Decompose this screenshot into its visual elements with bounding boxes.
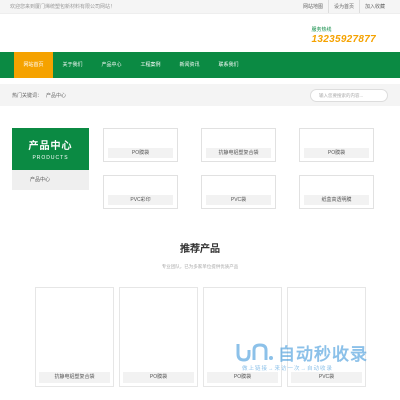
sidebar-item-products[interactable]: 产品中心 <box>12 170 89 190</box>
set-homepage-link[interactable]: 设为首页 <box>327 0 359 13</box>
product-label[interactable]: 纸盒高透明膜 <box>304 195 369 205</box>
product-label[interactable]: PO膜袋 <box>304 148 369 158</box>
sidebar: 产品中心 PRODUCTS 产品中心 <box>12 128 89 190</box>
product-label[interactable]: 抗静电铝塑复合袋 <box>206 148 271 158</box>
sidebar-subtitle: PRODUCTS <box>32 155 69 161</box>
product-card[interactable]: 纸盒高透明膜 <box>299 175 374 209</box>
nav-products[interactable]: 产品中心 <box>92 52 131 78</box>
sitemap-link[interactable]: 网站地图 <box>298 0 328 13</box>
product-label[interactable]: PVC彩印 <box>108 195 173 205</box>
recommend-label[interactable]: PO膜袋 <box>123 372 194 383</box>
breadcrumb: 热门关键词： 产品中心 <box>12 92 66 99</box>
watermark-logo-icon <box>236 343 273 362</box>
product-card[interactable]: PO膜袋 <box>103 128 178 162</box>
recommend-label[interactable]: 抗静电铝塑复合袋 <box>39 372 110 383</box>
product-card[interactable]: PO膜袋 <box>299 128 374 162</box>
product-card[interactable]: PVC彩印 <box>103 175 178 209</box>
watermark-sub-text: 做上链接→来访一次→自动收录 <box>242 366 334 372</box>
hotline: 服务热线 13235927877 <box>312 26 376 45</box>
hotline-number: 13235927877 <box>311 34 376 45</box>
sidebar-title: 产品中心 <box>28 141 73 152</box>
recommend-title: 推荐产品 <box>180 244 220 255</box>
product-label[interactable]: PVC袋 <box>206 195 271 205</box>
product-card[interactable]: 抗静电铝塑复合袋 <box>201 128 276 162</box>
recommend-subtitle: 专业团队，已为多家单位提供优质产品 <box>161 264 239 269</box>
product-card[interactable]: PVC袋 <box>201 175 276 209</box>
nav-about[interactable]: 关于我们 <box>53 52 92 78</box>
nav-home[interactable]: 网站首页 <box>14 52 53 78</box>
product-label[interactable]: PO膜袋 <box>108 148 173 158</box>
main-nav: 网站首页 关于我们 产品中心 工程案例 新闻资讯 联系我们 <box>0 52 400 78</box>
watermark-main-text: 自动秒收录 <box>278 345 368 364</box>
welcome-text: 欢迎您来到厦门烯统塑包新材料有限公司网站！ <box>10 4 116 10</box>
recommend-card[interactable]: 抗静电铝塑复合袋 <box>35 287 114 387</box>
search-input[interactable]: 输入您要搜索的内容... <box>310 88 388 102</box>
add-favorite-link[interactable]: 加入收藏 <box>358 0 390 13</box>
top-bar: 欢迎您来到厦门烯统塑包新材料有限公司网站！ 网站地图 设为首页 加入收藏 <box>0 0 400 14</box>
hotline-label: 服务热线 <box>311 27 332 33</box>
top-links: 网站地图 设为首页 加入收藏 <box>298 0 390 13</box>
breadcrumb-current[interactable]: 产品中心 <box>46 92 66 99</box>
nav-contact[interactable]: 联系我们 <box>209 52 248 78</box>
site-header: 服务热线 13235927877 <box>0 14 400 52</box>
recommend-card[interactable]: PO膜袋 <box>119 287 198 387</box>
nav-cases[interactable]: 工程案例 <box>131 52 170 78</box>
sidebar-header: 产品中心 PRODUCTS <box>12 128 89 170</box>
breadcrumb-bar: 热门关键词： 产品中心 输入您要搜索的内容... <box>0 84 400 106</box>
watermark: 自动秒收录 做上链接→来访一次→自动收录 <box>230 338 390 378</box>
hot-keywords-label: 热门关键词： <box>12 92 43 99</box>
nav-news[interactable]: 新闻资讯 <box>170 52 209 78</box>
